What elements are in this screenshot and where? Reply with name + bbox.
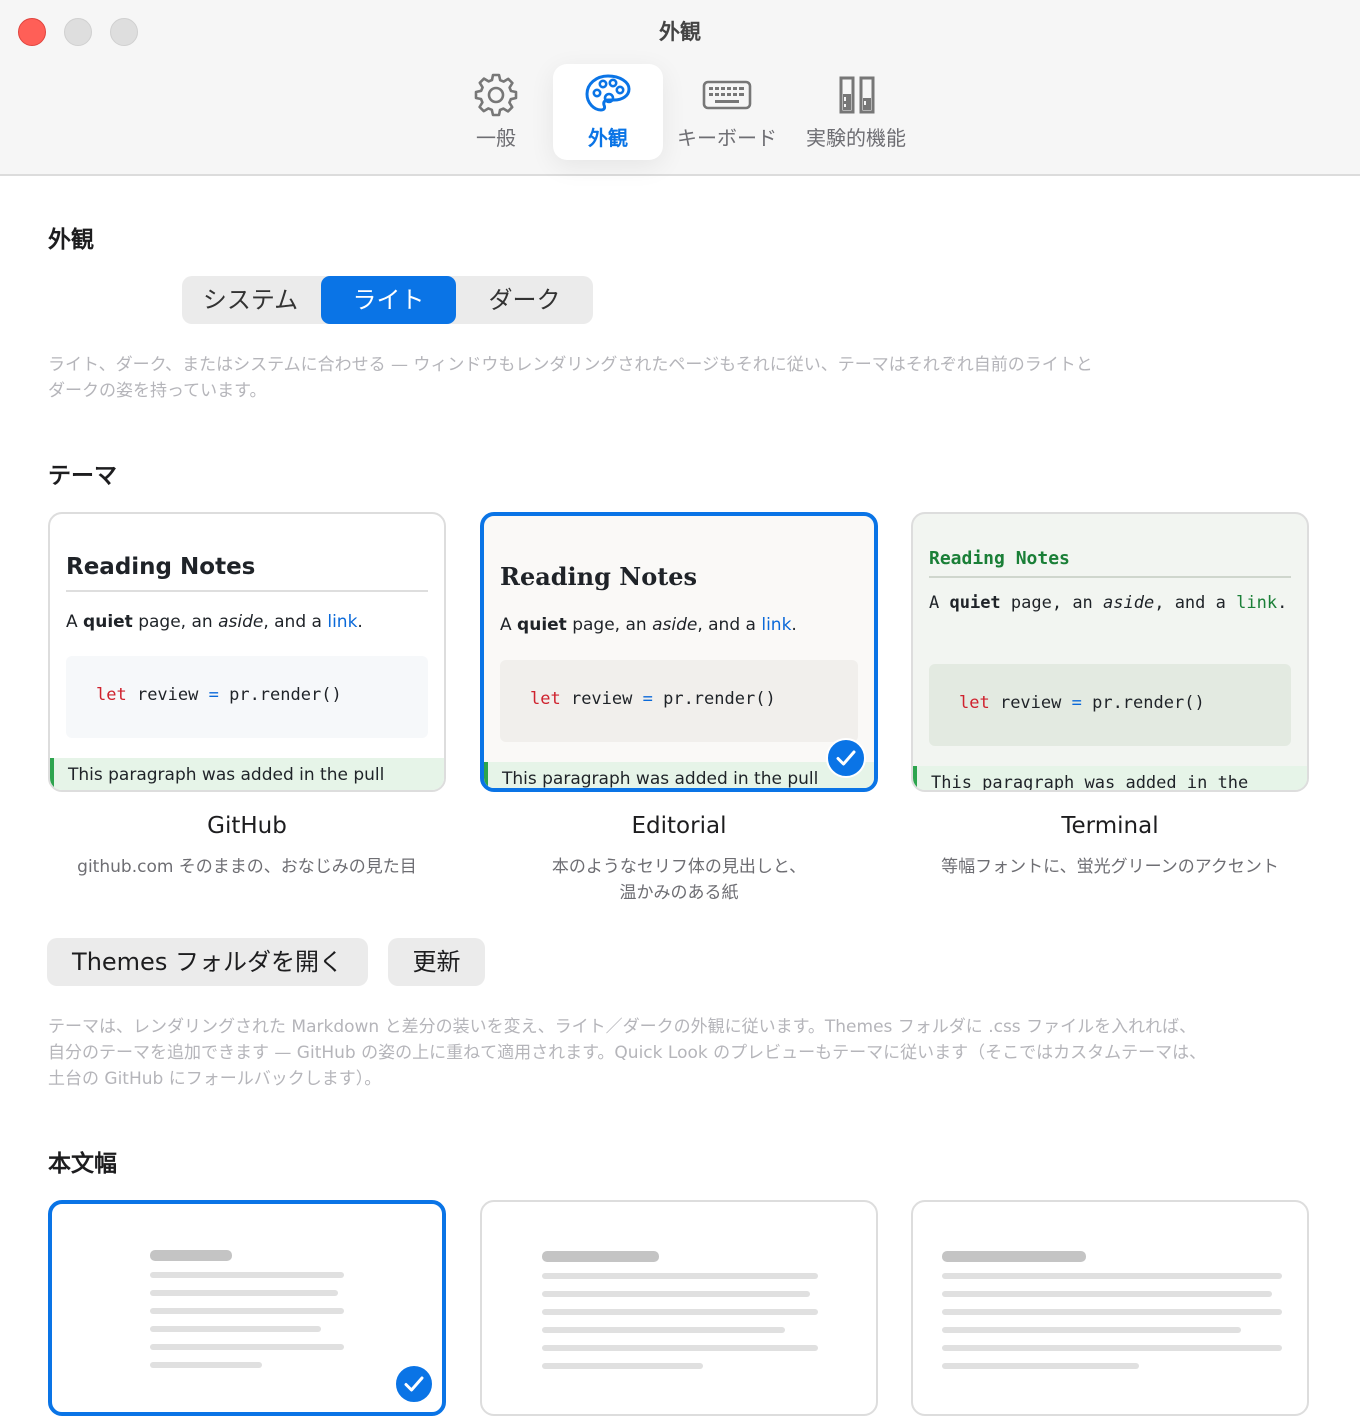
theme-desc-terminal: 等幅フォントに、蛍光グリーンのアクセント: [941, 857, 1279, 877]
tab-keyboard-label: キーボード: [677, 126, 777, 150]
preview-text-line: [942, 1327, 1241, 1333]
open-themes-folder-button[interactable]: Themes フォルダを開く: [47, 938, 368, 986]
keyboard-icon: [672, 72, 782, 120]
preview-title: Reading Notes: [500, 562, 698, 591]
body-width-option-wide[interactable]: [911, 1200, 1309, 1416]
theme-name-terminal: Terminal: [1061, 813, 1159, 839]
theme-desc-github: github.com そのままの、おなじみの見た目: [77, 857, 417, 877]
preview-text-line: [542, 1309, 818, 1315]
body-width-option-narrow[interactable]: [48, 1200, 446, 1416]
tab-experimental-label: 実験的機能: [806, 126, 906, 150]
preview-title: Reading Notes: [66, 554, 256, 580]
theme-name-editorial: Editorial: [631, 813, 727, 839]
preview-text-line: [150, 1308, 344, 1314]
window-toolbar: 外観 一般 外観 キーボード 実験的機能: [0, 0, 1360, 176]
preview-text-line: [542, 1273, 818, 1279]
preview-text-line: [942, 1273, 1282, 1279]
theme-desc-editorial: 本のようなセリフ体の見出しと、 温かみのある紙: [551, 857, 807, 903]
preview-text-line: [150, 1290, 338, 1296]
theme-card-github[interactable]: Reading Notes A quiet page, an aside, an…: [48, 512, 446, 792]
preview-heading-bar: [150, 1250, 232, 1261]
appearance-heading: 外観: [48, 227, 94, 253]
preview-text-line: [942, 1363, 1139, 1369]
appearance-option-light[interactable]: ライト: [321, 276, 456, 324]
tab-appearance-label: 外観: [588, 126, 628, 150]
preview-heading-bar: [542, 1251, 659, 1262]
preview-code-block: let review = pr.render(): [66, 656, 428, 738]
themes-heading: テーマ: [48, 463, 117, 489]
preview-paragraph: A quiet page, an aside, and a link.: [929, 593, 1288, 613]
tab-general[interactable]: 一般: [441, 64, 551, 160]
preview-text-line: [942, 1345, 1282, 1351]
body-width-heading: 本文幅: [48, 1151, 117, 1177]
themes-description: テーマは、レンダリングされた Markdown と差分の装いを変え、ライト／ダー…: [48, 1017, 1207, 1089]
appearance-option-system[interactable]: システム: [182, 276, 319, 324]
preview-diff-added: This paragraph was added in the pull: [484, 762, 874, 788]
preview-heading-bar: [942, 1251, 1086, 1262]
preview-text-line: [542, 1363, 703, 1369]
tab-keyboard[interactable]: キーボード: [672, 64, 782, 160]
preview-text-line: [542, 1291, 810, 1297]
preview-title: Reading Notes: [929, 548, 1070, 569]
appearance-description: ライト、ダーク、またはシステムに合わせる — ウィンドウもレンダリングされたペー…: [48, 355, 1093, 401]
preview-rule: [929, 576, 1291, 578]
appearance-segmented-control: システム ライト ダーク: [182, 276, 593, 324]
preview-text-line: [150, 1344, 344, 1350]
test-tubes-icon: [796, 72, 916, 120]
refresh-button[interactable]: 更新: [388, 938, 485, 986]
preview-text-line: [942, 1291, 1272, 1297]
selected-checkmark-icon: [826, 738, 866, 778]
palette-icon: [553, 72, 663, 120]
preview-text-line: [942, 1309, 1282, 1315]
selected-checkmark-icon: [394, 1364, 434, 1404]
theme-card-terminal[interactable]: Reading Notes A quiet page, an aside, an…: [911, 512, 1309, 792]
preview-text-line: [542, 1327, 785, 1333]
preview-paragraph: A quiet page, an aside, and a link.: [66, 612, 363, 632]
preview-paragraph: A quiet page, an aside, and a link.: [500, 615, 797, 635]
preview-rule: [66, 590, 428, 592]
preview-diff-added: This paragraph was added in the: [913, 766, 1307, 790]
preview-code-block: let review = pr.render(): [929, 664, 1291, 746]
tab-experimental[interactable]: 実験的機能: [796, 64, 916, 160]
theme-name-github: GitHub: [207, 813, 287, 839]
theme-card-editorial[interactable]: Reading Notes A quiet page, an aside, an…: [480, 512, 878, 792]
preview-text-line: [150, 1326, 321, 1332]
appearance-option-dark[interactable]: ダーク: [456, 276, 593, 324]
preview-text-line: [542, 1345, 818, 1351]
gear-icon: [441, 72, 551, 120]
window-title: 外観: [659, 20, 701, 44]
body-width-option-medium[interactable]: [480, 1200, 878, 1416]
preview-text-line: [150, 1272, 344, 1278]
tab-general-label: 一般: [476, 126, 516, 150]
tab-appearance[interactable]: 外観: [553, 64, 663, 160]
preview-text-line: [150, 1362, 262, 1368]
preview-diff-added: This paragraph was added in the pull: [50, 758, 444, 790]
preview-code-block: let review = pr.render(): [500, 660, 858, 742]
